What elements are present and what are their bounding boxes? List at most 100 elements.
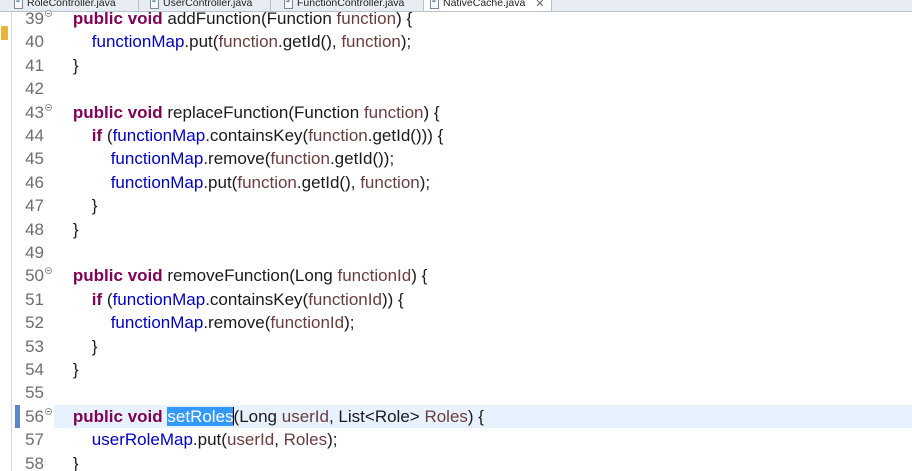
- code-line[interactable]: if (functionMap.containsKey(function.get…: [54, 124, 912, 147]
- code-line[interactable]: functionMap.remove(function.getId());: [54, 147, 912, 170]
- code-line[interactable]: if (functionMap.containsKey(functionId))…: [54, 288, 912, 311]
- code-token: }: [54, 360, 79, 379]
- code-token: .put(: [184, 32, 219, 51]
- code-line[interactable]: functionMap.put(function.getId(), functi…: [54, 171, 912, 194]
- line-number: 45: [25, 149, 44, 168]
- code-token: addFunction(Function: [162, 9, 337, 28]
- line-number: 47: [25, 196, 44, 215]
- code-line[interactable]: }: [54, 54, 912, 77]
- code-token: public: [72, 407, 123, 426]
- fold-collapse-icon[interactable]: [45, 408, 52, 415]
- code-line-current[interactable]: public void setRoles(Long userId, List<R…: [54, 405, 912, 428]
- code-line[interactable]: }: [54, 194, 912, 217]
- line-number: 43: [25, 103, 44, 122]
- fold-collapse-icon[interactable]: [45, 104, 52, 111]
- code-line[interactable]: public void addFunction(Function functio…: [54, 7, 912, 30]
- code-token: ) {: [467, 407, 484, 426]
- code-token: }: [54, 220, 79, 239]
- code-token: (: [102, 290, 113, 309]
- code-token: public: [72, 9, 123, 28]
- code-token: .getId());: [329, 149, 395, 168]
- code-line[interactable]: functionMap.put(function.getId(), functi…: [54, 30, 912, 53]
- code-token: replaceFunction(Function: [162, 103, 364, 122]
- fold-collapse-icon[interactable]: [45, 267, 52, 274]
- line-number: 55: [25, 383, 44, 402]
- code-token: functionMap: [91, 32, 185, 51]
- code-token: function: [341, 32, 401, 51]
- code-line[interactable]: }: [54, 335, 912, 358]
- code-token: void: [127, 266, 163, 285]
- line-number: 46: [25, 173, 44, 192]
- code-token: ) {: [396, 9, 413, 28]
- code-token: functionMap: [110, 173, 204, 192]
- code-line[interactable]: public void replaceFunction(Function fun…: [54, 101, 912, 124]
- code-line[interactable]: userRoleMap.put(userId, Roles);: [54, 428, 912, 451]
- code-line[interactable]: public void removeFunction(Long function…: [54, 264, 912, 287]
- editor-overview-gutter: [0, 12, 12, 471]
- code-token: functionMap: [110, 313, 204, 332]
- code-line[interactable]: }: [54, 452, 912, 471]
- code-token: if: [91, 290, 103, 309]
- code-token: (: [102, 126, 113, 145]
- code-token: (Long: [233, 407, 282, 426]
- code-line[interactable]: }: [54, 218, 912, 241]
- code-token: }: [54, 196, 98, 215]
- code-token: .remove(: [203, 149, 271, 168]
- code-token: .getId(),: [296, 173, 361, 192]
- code-token: )) {: [381, 290, 404, 309]
- code-line[interactable]: functionMap.remove(functionId);: [54, 311, 912, 334]
- code-token: function: [308, 126, 368, 145]
- code-token: function: [270, 149, 330, 168]
- code-token: ) {: [423, 103, 440, 122]
- code-line[interactable]: [54, 241, 912, 264]
- selected-text: setRoles: [167, 407, 234, 426]
- code-line[interactable]: }: [54, 358, 912, 381]
- code-token: removeFunction(Long: [162, 266, 338, 285]
- warning-marker-icon: [1, 26, 8, 40]
- code-token: .getId())) {: [367, 126, 444, 145]
- code-token: .put(: [192, 430, 227, 449]
- code-token: userId: [281, 407, 329, 426]
- line-number: 42: [25, 79, 44, 98]
- code-token: .getId(),: [278, 32, 342, 51]
- code-token: Roles: [283, 430, 328, 449]
- line-number: 48: [25, 220, 44, 239]
- line-number: 57: [25, 430, 44, 449]
- code-token: public: [72, 103, 123, 122]
- code-token: function: [360, 173, 420, 192]
- current-line-marker: [15, 405, 20, 428]
- code-token: void: [127, 103, 163, 122]
- line-number: 49: [25, 243, 44, 262]
- code-token: }: [54, 454, 79, 471]
- code-token: functionId: [308, 290, 382, 309]
- code-token: function: [336, 9, 397, 28]
- code-line[interactable]: [54, 77, 912, 100]
- code-token: }: [54, 56, 79, 75]
- code-token: functionMap: [110, 149, 204, 168]
- code-token: ) {: [411, 266, 428, 285]
- line-number: 56: [25, 407, 44, 426]
- line-number: 53: [25, 337, 44, 356]
- code-line[interactable]: [54, 381, 912, 404]
- fold-collapse-icon[interactable]: [45, 10, 52, 17]
- code-token: functionMap: [112, 290, 206, 309]
- line-number: 58: [25, 454, 44, 471]
- line-number: 51: [25, 290, 44, 309]
- code-token: Roles: [424, 407, 468, 426]
- code-token: .containsKey(: [205, 126, 309, 145]
- code-token: }: [54, 337, 98, 356]
- line-number: 52: [25, 313, 44, 332]
- line-number: 50: [25, 266, 44, 285]
- line-number: 40: [25, 32, 44, 51]
- code-token: if: [91, 126, 103, 145]
- code-token: );: [400, 32, 412, 51]
